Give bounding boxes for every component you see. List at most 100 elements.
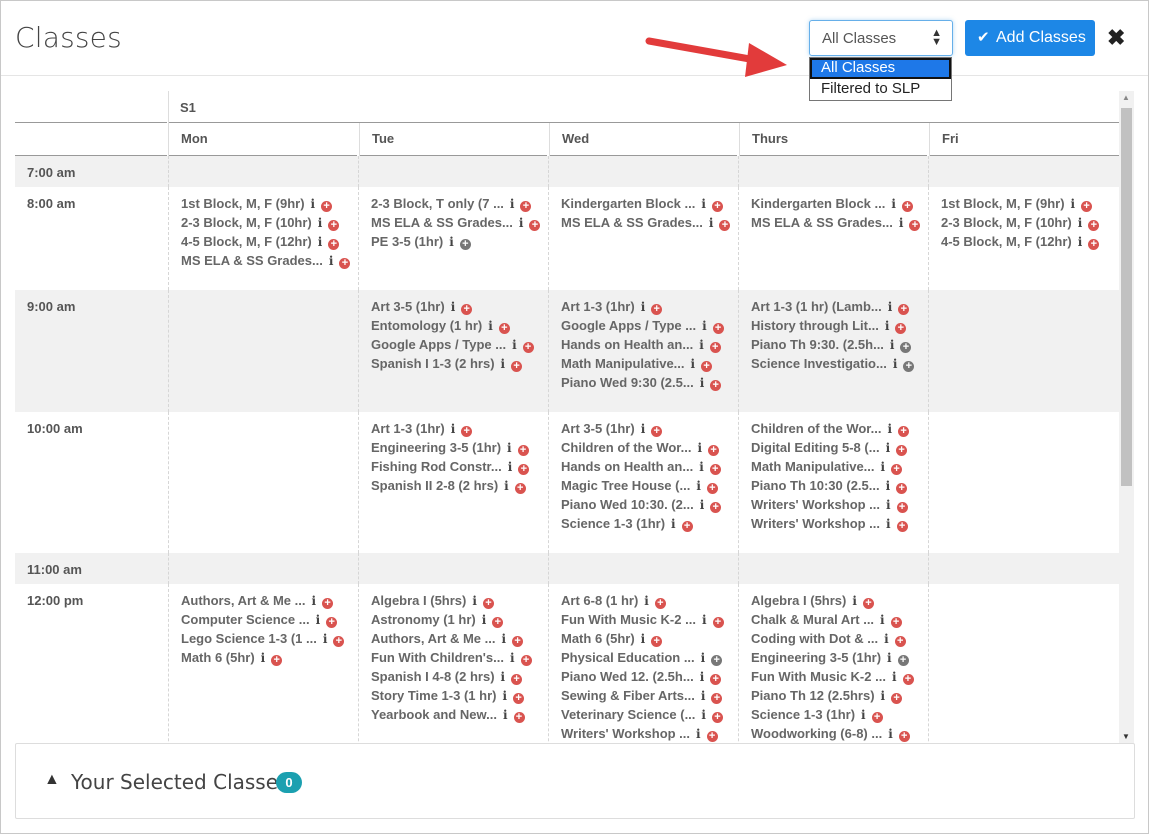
add-class-icon[interactable]: + <box>651 636 663 647</box>
info-icon[interactable]: i <box>888 727 893 741</box>
add-class-icon[interactable]: + <box>891 464 903 475</box>
add-class-icon[interactable]: + <box>710 502 722 513</box>
schedule-scrollbar[interactable]: ▲ ▼ <box>1119 91 1134 743</box>
info-icon[interactable]: i <box>881 460 886 474</box>
info-icon[interactable]: i <box>701 708 706 722</box>
info-icon[interactable]: i <box>510 197 515 211</box>
add-class-icon[interactable]: + <box>511 361 523 372</box>
close-icon[interactable]: ✖ <box>1107 25 1125 51</box>
info-icon[interactable]: i <box>700 376 705 390</box>
scroll-down-icon[interactable]: ▼ <box>1122 732 1130 741</box>
add-class-icon[interactable]: + <box>711 693 723 704</box>
scroll-up-icon[interactable]: ▲ <box>1122 93 1130 102</box>
info-icon[interactable]: i <box>888 300 893 314</box>
info-icon[interactable]: i <box>886 479 891 493</box>
info-icon[interactable]: i <box>699 338 704 352</box>
add-class-icon[interactable]: + <box>482 598 494 609</box>
add-class-icon[interactable]: + <box>871 712 883 723</box>
info-icon[interactable]: i <box>502 689 507 703</box>
info-icon[interactable]: i <box>885 319 890 333</box>
info-icon[interactable]: i <box>641 422 646 436</box>
add-class-icon[interactable]: + <box>321 201 333 212</box>
add-class-icon[interactable]: + <box>333 636 345 647</box>
info-icon[interactable]: i <box>1078 216 1083 230</box>
add-class-icon[interactable]: + <box>711 712 723 723</box>
info-icon[interactable]: i <box>261 651 266 665</box>
add-class-icon[interactable]: + <box>461 304 473 315</box>
info-icon[interactable]: i <box>329 254 334 268</box>
info-icon[interactable]: i <box>887 651 892 665</box>
info-icon[interactable]: i <box>1071 197 1076 211</box>
add-class-icon[interactable]: + <box>896 483 908 494</box>
add-class-icon[interactable]: + <box>517 445 529 456</box>
info-icon[interactable]: i <box>880 613 885 627</box>
add-disabled-icon[interactable]: + <box>459 239 471 250</box>
info-icon[interactable]: i <box>886 441 891 455</box>
info-icon[interactable]: i <box>691 357 696 371</box>
add-class-icon[interactable]: + <box>651 426 663 437</box>
info-icon[interactable]: i <box>1078 235 1083 249</box>
info-icon[interactable]: i <box>709 216 714 230</box>
add-class-icon[interactable]: + <box>322 598 334 609</box>
add-class-icon[interactable]: + <box>701 361 713 372</box>
info-icon[interactable]: i <box>702 613 707 627</box>
info-icon[interactable]: i <box>696 727 701 741</box>
add-class-icon[interactable]: + <box>895 323 907 334</box>
add-class-icon[interactable]: + <box>909 220 921 231</box>
add-class-icon[interactable]: + <box>518 464 530 475</box>
info-icon[interactable]: i <box>311 594 316 608</box>
add-class-icon[interactable]: + <box>654 598 666 609</box>
info-icon[interactable]: i <box>510 651 515 665</box>
add-class-icon[interactable]: + <box>492 617 504 628</box>
info-icon[interactable]: i <box>852 594 857 608</box>
selected-classes-panel[interactable]: ▲ Your Selected Classes 0 <box>15 743 1135 819</box>
add-disabled-icon[interactable]: + <box>711 655 723 666</box>
info-icon[interactable]: i <box>671 517 676 531</box>
add-class-icon[interactable]: + <box>898 426 910 437</box>
scroll-thumb[interactable] <box>1121 108 1132 486</box>
add-class-icon[interactable]: + <box>651 304 663 315</box>
chevron-up-icon[interactable]: ▲ <box>44 771 60 789</box>
info-icon[interactable]: i <box>884 632 889 646</box>
add-class-icon[interactable]: + <box>898 304 910 315</box>
add-class-icon[interactable]: + <box>512 636 524 647</box>
info-icon[interactable]: i <box>641 632 646 646</box>
info-icon[interactable]: i <box>508 460 513 474</box>
info-icon[interactable]: i <box>323 632 328 646</box>
add-class-icon[interactable]: + <box>513 693 525 704</box>
filter-option-slp[interactable]: Filtered to SLP <box>810 79 951 100</box>
info-icon[interactable]: i <box>701 689 706 703</box>
add-class-icon[interactable]: + <box>898 731 910 742</box>
info-icon[interactable]: i <box>887 422 892 436</box>
info-icon[interactable]: i <box>504 479 509 493</box>
info-icon[interactable]: i <box>700 498 705 512</box>
add-class-icon[interactable]: + <box>522 342 534 353</box>
info-icon[interactable]: i <box>697 441 702 455</box>
add-class-icon[interactable]: + <box>896 502 908 513</box>
add-class-icon[interactable]: + <box>709 464 721 475</box>
filter-option-all[interactable]: All Classes <box>810 58 951 79</box>
info-icon[interactable]: i <box>311 197 316 211</box>
info-icon[interactable]: i <box>701 651 706 665</box>
add-class-icon[interactable]: + <box>894 636 906 647</box>
info-icon[interactable]: i <box>519 216 524 230</box>
add-class-icon[interactable]: + <box>1081 201 1093 212</box>
add-class-icon[interactable]: + <box>511 674 523 685</box>
info-icon[interactable]: i <box>886 498 891 512</box>
info-icon[interactable]: i <box>488 319 493 333</box>
add-class-icon[interactable]: + <box>712 617 724 628</box>
add-class-icon[interactable]: + <box>271 655 283 666</box>
info-icon[interactable]: i <box>700 670 705 684</box>
add-class-icon[interactable]: + <box>514 483 526 494</box>
info-icon[interactable]: i <box>501 357 506 371</box>
add-class-icon[interactable]: + <box>706 483 718 494</box>
add-disabled-icon[interactable]: + <box>903 361 915 372</box>
info-icon[interactable]: i <box>891 197 896 211</box>
info-icon[interactable]: i <box>512 338 517 352</box>
add-class-icon[interactable]: + <box>706 731 718 742</box>
add-class-icon[interactable]: + <box>529 220 541 231</box>
info-icon[interactable]: i <box>892 670 897 684</box>
add-disabled-icon[interactable]: + <box>897 655 909 666</box>
add-disabled-icon[interactable]: + <box>900 342 912 353</box>
add-class-icon[interactable]: + <box>339 258 351 269</box>
